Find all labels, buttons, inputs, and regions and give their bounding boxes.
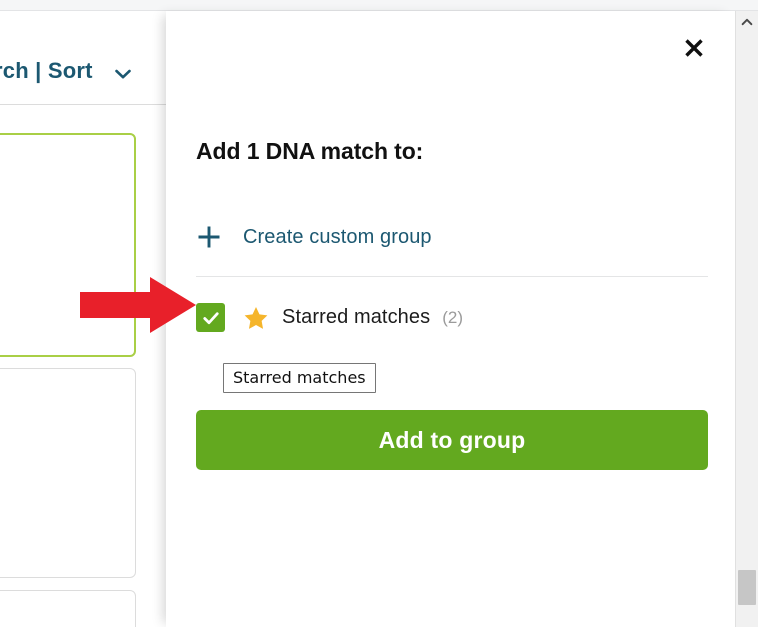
scroll-thumb[interactable] <box>738 570 756 605</box>
match-card[interactable] <box>0 590 136 627</box>
chevron-down-icon[interactable] <box>113 64 133 84</box>
chevron-up-icon[interactable] <box>736 11 758 33</box>
scrollbar[interactable] <box>735 11 758 627</box>
section-divider <box>196 276 708 277</box>
group-label: Starred matches <box>282 306 431 328</box>
screen-root: rch | Sort Add 1 DNA match to: Create cu… <box>0 0 758 627</box>
browser-top-strip <box>0 0 758 11</box>
star-icon <box>243 305 269 331</box>
group-count: (2) <box>442 307 464 327</box>
add-to-group-button[interactable]: Add to group <box>196 410 708 470</box>
starred-matches-checkbox[interactable] <box>196 303 225 332</box>
create-custom-group-button[interactable]: Create custom group <box>196 224 432 250</box>
add-to-group-modal: Add 1 DNA match to: Create custom group <box>166 11 735 627</box>
results-toolbar: rch | Sort <box>0 12 166 105</box>
match-card[interactable] <box>0 368 136 578</box>
page-title: Add 1 DNA match to: <box>196 138 424 164</box>
close-icon[interactable] <box>677 31 711 65</box>
tooltip-content: Starred matches <box>223 363 376 393</box>
plus-icon <box>196 224 222 250</box>
match-card-selected[interactable] <box>0 133 136 357</box>
sort-toolbar-label[interactable]: rch | Sort <box>0 58 93 84</box>
create-custom-group-label: Create custom group <box>243 225 432 248</box>
group-list-item-starred[interactable]: Starred matches (2) <box>196 303 463 332</box>
